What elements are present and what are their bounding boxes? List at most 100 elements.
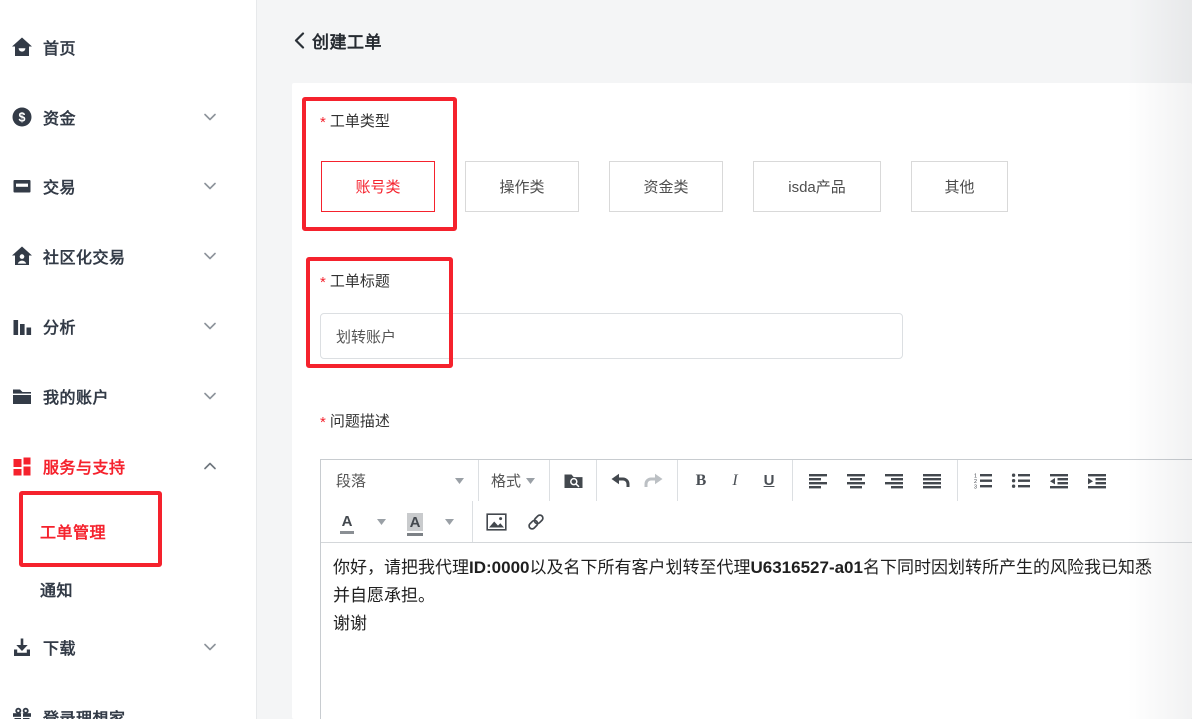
page-title: 创建工单 (312, 28, 382, 53)
create-ticket-form: * 工单类型 账号类 操作类 资金类 isda产品 其他 * 工单标题 * 问题… (292, 83, 1192, 719)
text-color-icon: A (340, 514, 355, 529)
required-asterisk: * (320, 414, 326, 431)
community-icon (10, 244, 34, 268)
description-label: * 问题描述 (320, 410, 390, 431)
sidebar-item-label: 资金 (43, 105, 76, 129)
sidebar-item-funds[interactable]: $ 资金 (0, 100, 256, 134)
home-icon (10, 35, 34, 59)
indent-icon (1087, 473, 1107, 489)
align-left-icon (808, 473, 828, 489)
gift-icon (10, 705, 34, 719)
sidebar-item-label: 登录理想家 (43, 705, 126, 719)
underline-icon: U (764, 472, 775, 489)
sidebar-item-my-account[interactable]: 我的账户 (0, 379, 256, 413)
chevron-down-icon (204, 114, 216, 121)
insert-link-button[interactable] (519, 505, 553, 539)
ordered-list-icon: 123 (973, 473, 993, 489)
toolbar-separator (677, 460, 678, 501)
dollar-icon: $ (10, 105, 34, 129)
sidebar-item-label: 下载 (43, 635, 76, 659)
description-text-line: 谢谢 (333, 610, 1192, 638)
type-option-isda[interactable]: isda产品 (753, 161, 881, 212)
indent-button[interactable] (1080, 464, 1114, 498)
svg-text:3: 3 (974, 484, 977, 488)
app-window: 首页 $ 资金 交易 社区化交易 分析 (0, 0, 1192, 719)
description-text-line: 并自愿承担。 (333, 582, 1192, 610)
sidebar-item-service-support[interactable]: 服务与支持 (0, 449, 256, 483)
chevron-down-icon (204, 323, 216, 330)
chevron-down-icon (377, 519, 386, 525)
ticket-type-options: 账号类 操作类 资金类 isda产品 其他 (321, 161, 1008, 212)
chevron-down-icon (445, 519, 454, 525)
chevron-up-icon (204, 463, 216, 470)
back-button[interactable] (294, 32, 305, 49)
chevron-down-icon (526, 478, 535, 484)
redo-icon (644, 472, 664, 490)
svg-text:$: $ (19, 110, 26, 124)
chevron-down-icon (204, 253, 216, 260)
bold-button[interactable]: B (684, 464, 718, 498)
background-color-button[interactable]: A (398, 505, 432, 539)
align-justify-button[interactable] (915, 464, 949, 498)
toolbar-separator (549, 460, 550, 501)
align-center-button[interactable] (839, 464, 873, 498)
redo-button[interactable] (637, 464, 671, 498)
chevron-down-icon (204, 644, 216, 651)
sidebar-item-community-trading[interactable]: 社区化交易 (0, 239, 256, 273)
ticket-title-label: * 工单标题 (320, 270, 390, 291)
main-area: 创建工单 * 工单类型 账号类 操作类 资金类 isda产品 其他 * 工单标题 (257, 0, 1192, 719)
undo-button[interactable] (603, 464, 637, 498)
align-right-icon (884, 473, 904, 489)
editor-content[interactable]: 你好，请把我代理ID:0000以及名下所有客户划转至代理U6316527-a01… (321, 543, 1192, 719)
toolbar-separator (478, 460, 479, 501)
align-right-button[interactable] (877, 464, 911, 498)
paragraph-dropdown[interactable]: 段落 (330, 464, 472, 498)
sidebar-item-download[interactable]: 下载 (0, 630, 256, 664)
outdent-button[interactable] (1042, 464, 1076, 498)
sidebar-item-login-lixiangjia[interactable]: 登录理想家 (0, 700, 256, 719)
ticket-title-input[interactable] (320, 313, 903, 359)
chevron-down-icon (204, 393, 216, 400)
back-chevron-icon (294, 32, 305, 49)
bold-icon: B (696, 472, 707, 490)
type-option-funds[interactable]: 资金类 (609, 161, 723, 212)
italic-icon: I (732, 472, 737, 490)
image-icon (486, 513, 507, 531)
toolbar-separator (792, 460, 793, 501)
ticket-type-label: * 工单类型 (320, 110, 390, 131)
underline-button[interactable]: U (752, 464, 786, 498)
insert-image-button[interactable] (479, 505, 513, 539)
sidebar-item-ticket-management[interactable]: 工单管理 (40, 516, 106, 546)
ordered-list-button[interactable]: 123 (966, 464, 1000, 498)
align-center-icon (846, 473, 866, 489)
sidebar-item-home[interactable]: 首页 (0, 30, 256, 64)
background-color-dropdown[interactable] (432, 505, 466, 539)
text-color-button[interactable]: A (330, 505, 364, 539)
sidebar-item-label: 分析 (43, 314, 76, 338)
type-option-other[interactable]: 其他 (911, 161, 1008, 212)
sidebar-item-label: 社区化交易 (43, 244, 126, 268)
type-option-account[interactable]: 账号类 (321, 161, 435, 212)
outdent-icon (1049, 473, 1069, 489)
italic-button[interactable]: I (718, 464, 752, 498)
type-option-operation[interactable]: 操作类 (465, 161, 579, 212)
sidebar-subitem-label: 通知 (40, 577, 73, 601)
sidebar-item-label: 交易 (43, 174, 76, 198)
align-left-button[interactable] (801, 464, 835, 498)
sidebar-item-trading[interactable]: 交易 (0, 169, 256, 203)
chevron-down-icon (455, 478, 464, 484)
sidebar-item-analysis[interactable]: 分析 (0, 309, 256, 343)
bullet-list-button[interactable] (1004, 464, 1038, 498)
search-replace-button[interactable] (556, 464, 590, 498)
sidebar: 首页 $ 资金 交易 社区化交易 分析 (0, 0, 257, 719)
align-justify-icon (922, 473, 942, 489)
format-dropdown[interactable]: 格式 (485, 464, 543, 498)
folder-icon (10, 384, 34, 408)
toolbar-separator (596, 460, 597, 501)
chevron-down-icon (204, 183, 216, 190)
sidebar-item-notifications[interactable]: 通知 (40, 574, 73, 604)
link-icon (526, 512, 546, 532)
text-color-dropdown[interactable] (364, 505, 398, 539)
chart-icon (10, 314, 34, 338)
sidebar-item-label: 服务与支持 (43, 454, 126, 478)
